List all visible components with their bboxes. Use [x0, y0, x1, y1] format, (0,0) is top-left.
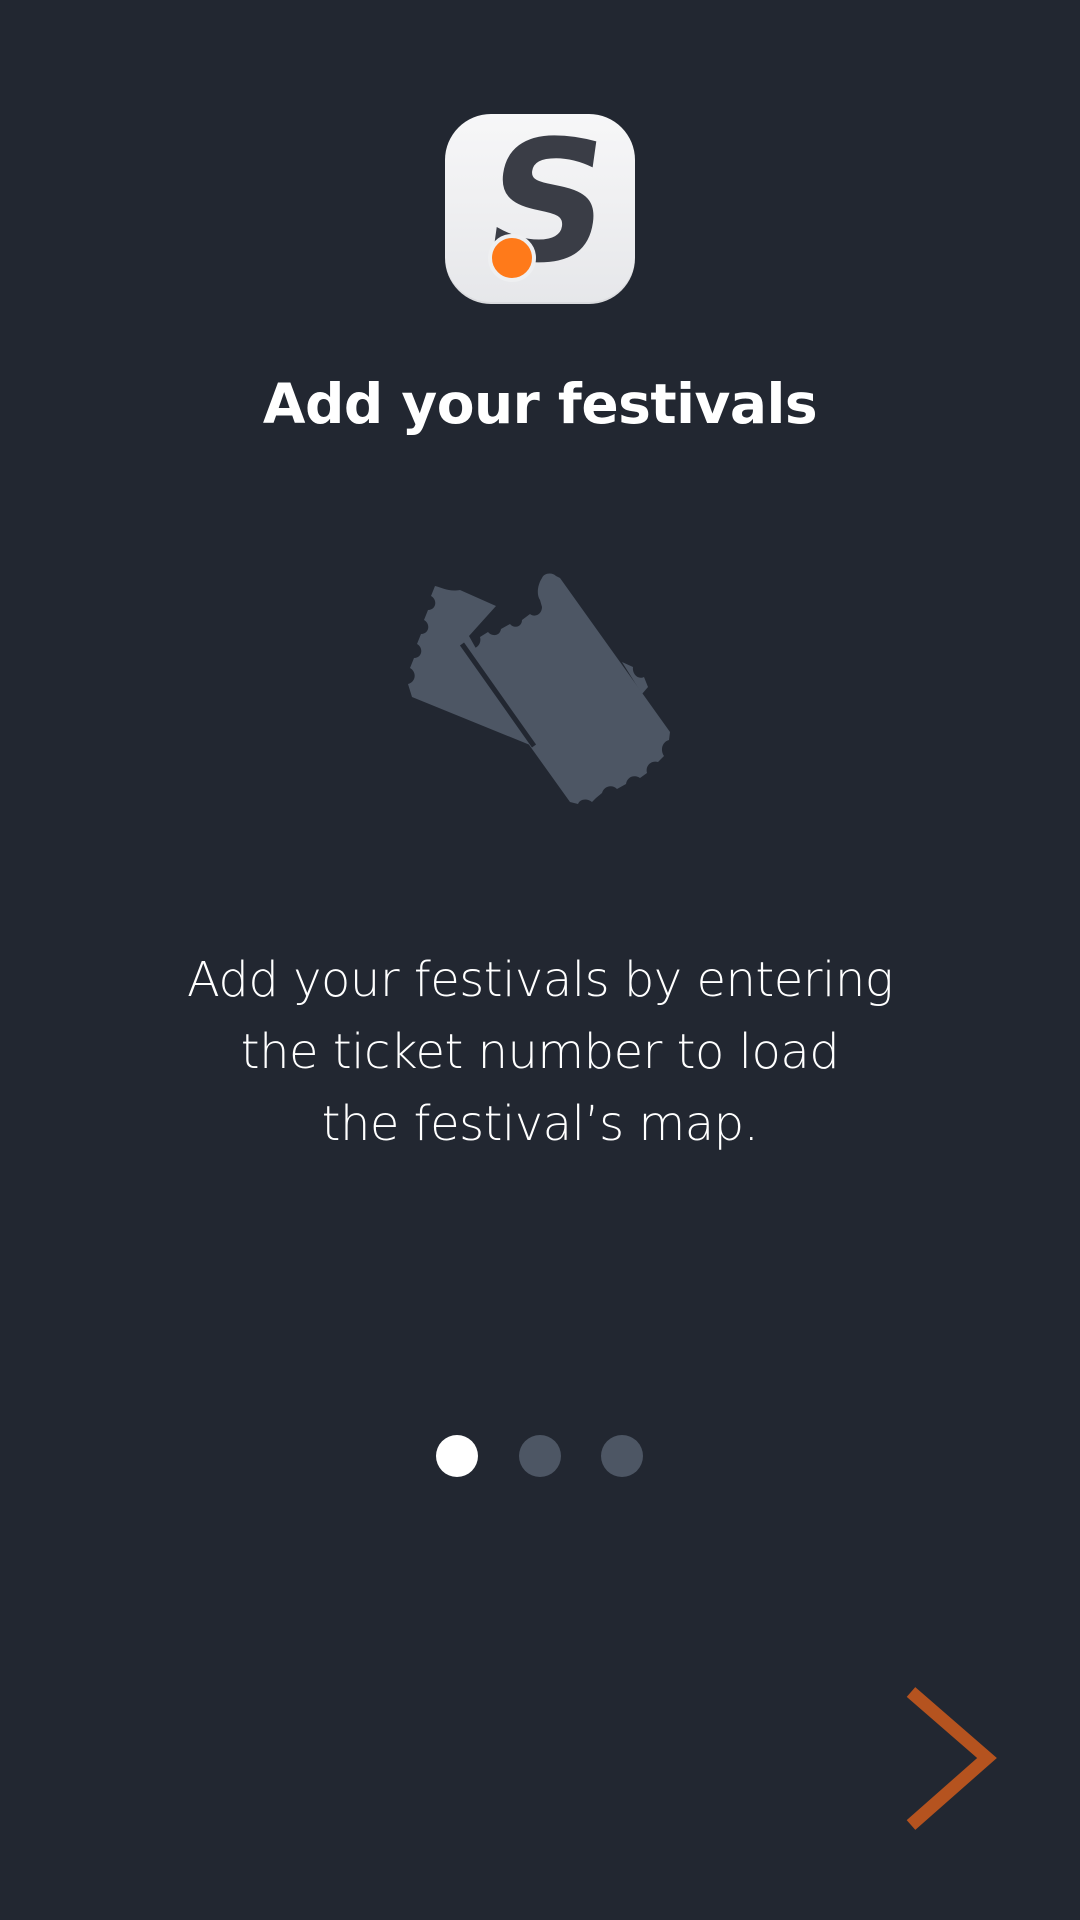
chevron-right-icon — [906, 1687, 997, 1830]
page-indicator — [436, 1435, 644, 1477]
page-dot-3[interactable] — [601, 1435, 643, 1477]
next-button[interactable] — [892, 1680, 1002, 1830]
ticket-icon — [404, 570, 676, 812]
page-title: Add your festivals — [262, 372, 818, 436]
description-line: Add your festivals by entering — [186, 952, 894, 1008]
onboarding-screen: S Add your festivals Add your festivals … — [0, 0, 1080, 1920]
app-logo-dot — [488, 234, 536, 282]
description-text: Add your festivals by entering the ticke… — [160, 944, 920, 1160]
description-line: the ticket number to load — [240, 1024, 840, 1080]
page-dot-1[interactable] — [436, 1435, 478, 1477]
app-logo-mark: S — [473, 114, 622, 300]
description-line: the festival’s map. — [321, 1096, 759, 1152]
page-dot-2[interactable] — [519, 1435, 561, 1477]
app-logo: S — [445, 114, 635, 304]
